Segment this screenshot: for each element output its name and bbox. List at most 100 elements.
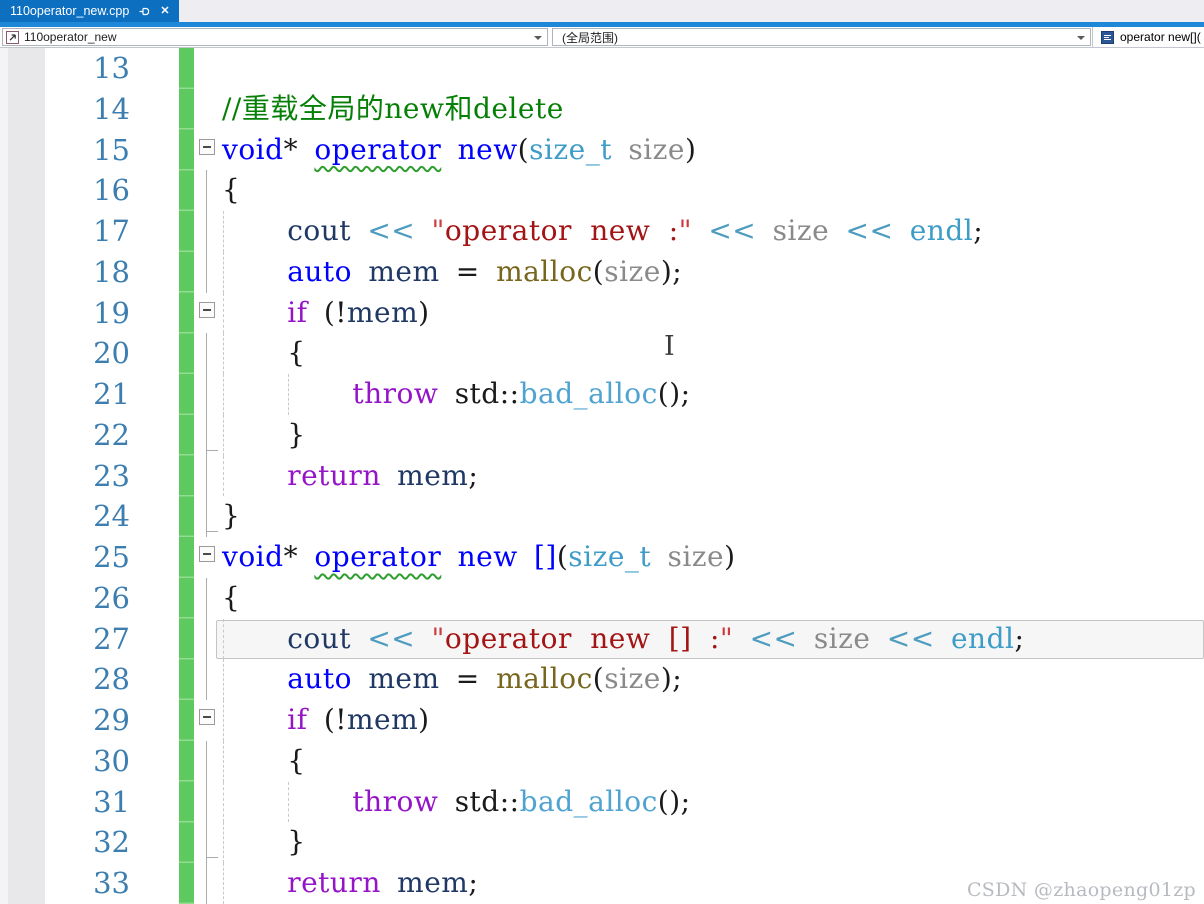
code-text[interactable]: { <box>222 741 306 782</box>
close-icon[interactable]: ✕ <box>160 5 169 17</box>
code-token: } <box>222 499 241 533</box>
code-token: size <box>667 540 725 573</box>
code-line: 28 auto mem = malloc(size); <box>0 659 1204 700</box>
code-token: size_t <box>568 540 652 573</box>
code-token: << <box>845 214 894 247</box>
code-token: size <box>772 214 830 247</box>
code-token: //重载全局的new和delete <box>222 91 564 125</box>
code-token: ) <box>660 662 673 696</box>
code-token: auto <box>287 662 353 696</box>
code-text[interactable]: throw std::bad_alloc(); <box>222 782 691 823</box>
code-token: ( <box>556 540 569 573</box>
code-token: bad_alloc <box>519 784 658 818</box>
code-line: 15 void* operator new(size_t size) <box>0 130 1204 171</box>
line-number: 18 <box>93 254 130 289</box>
line-number: 22 <box>93 417 130 452</box>
code-token: " <box>431 621 445 655</box>
code-line: 18 auto mem = malloc(size); <box>0 251 1204 293</box>
code-text[interactable]: //重载全局的new和delete <box>222 89 564 130</box>
code-text[interactable]: void* operator new(size_t size) <box>222 130 696 171</box>
fold-collapse-button[interactable] <box>199 138 215 155</box>
method-icon <box>1101 30 1114 44</box>
code-text[interactable]: } <box>222 496 240 537</box>
types-dropdown[interactable]: 110operator_new <box>2 28 548 46</box>
code-text[interactable]: return mem; <box>222 863 478 904</box>
code-token: << <box>367 621 416 655</box>
fold-scope-line <box>206 781 207 823</box>
code-token: { <box>287 336 306 370</box>
fold-scope-line <box>206 374 207 415</box>
code-token: if <box>287 295 308 329</box>
code-token: (! <box>323 295 347 329</box>
code-token: ; <box>973 214 984 247</box>
cpp-file-icon <box>6 30 19 44</box>
member-dropdown[interactable]: operator new[]( <box>1092 27 1204 47</box>
code-token: = <box>455 254 480 288</box>
code-token: return <box>287 458 381 492</box>
code-text[interactable]: auto mem = malloc(size); <box>222 659 682 700</box>
scope-dropdown[interactable]: (全局范围) <box>552 28 1091 46</box>
code-token: auto <box>287 254 353 288</box>
code-token: } <box>287 825 306 859</box>
code-text[interactable]: cout << "operator new [] :" << size << endl; <box>222 619 1024 660</box>
editor-window: 110operator_new.cpp ✕ 110operator_new (全… <box>0 0 1204 904</box>
line-number: 26 <box>93 580 130 615</box>
code-token: { <box>222 173 241 207</box>
code-text[interactable]: } <box>222 822 306 863</box>
scope-dropdown-value: (全局范围) <box>562 30 618 45</box>
code-token: throw <box>352 784 439 818</box>
code-token: new <box>457 540 518 573</box>
code-text[interactable]: return mem; <box>222 456 478 497</box>
code-token: ( <box>592 254 605 288</box>
chevron-down-icon[interactable] <box>1077 36 1085 40</box>
tab-110operator_new[interactable]: 110operator_new.cpp ✕ <box>0 0 179 22</box>
code-line: 20 { <box>0 333 1204 374</box>
line-number: 13 <box>93 51 130 85</box>
fold-collapse-button[interactable] <box>199 301 215 318</box>
chevron-down-icon[interactable] <box>534 36 542 40</box>
code-text[interactable]: { <box>222 170 240 211</box>
code-line: 13 <box>0 48 1204 89</box>
code-token: size <box>604 254 661 288</box>
code-token: " <box>431 214 445 247</box>
fold-scope-end <box>206 449 218 451</box>
fold-scope-line <box>206 740 207 782</box>
line-number: 33 <box>93 866 130 900</box>
code-text[interactable]: if (!mem) <box>222 700 430 741</box>
code-text[interactable]: void* operator new [](size_t size) <box>222 537 736 578</box>
code-token: void <box>222 132 284 166</box>
fold-scope-line <box>206 577 207 619</box>
code-text[interactable]: cout << "operator new :" << size << endl; <box>222 211 983 252</box>
code-token: * <box>283 132 299 166</box>
code-line: 19 if (!mem) <box>0 292 1204 334</box>
code-text[interactable]: auto mem = malloc(size); <box>222 252 682 293</box>
code-line: 32} <box>0 822 1204 863</box>
fold-scope-end <box>206 531 218 532</box>
code-token: << <box>367 214 416 247</box>
code-token: << <box>708 214 757 247</box>
code-token: mem <box>347 703 419 736</box>
code-editor[interactable]: 13 14//重载全局的new和delete 15 void* operator new(… <box>0 48 1204 904</box>
code-token: mem <box>397 458 469 492</box>
fold-collapse-button[interactable] <box>199 709 215 725</box>
code-token: " <box>678 214 693 247</box>
code-token: (! <box>323 703 347 736</box>
line-number: 23 <box>93 458 130 493</box>
code-token: ; <box>468 866 479 899</box>
code-text[interactable]: { <box>222 333 306 374</box>
pin-icon[interactable] <box>138 5 151 18</box>
code-token: size_t <box>529 132 613 166</box>
code-token: endl <box>909 214 974 247</box>
code-line: 27 cout << "operator new [] :" << size << endl; <box>0 618 1204 660</box>
code-token: ; <box>672 254 683 288</box>
code-text[interactable]: } <box>222 415 306 456</box>
code-token: ) <box>660 254 673 288</box>
code-text[interactable]: if (!mem) <box>222 293 430 334</box>
code-line: 22} <box>0 414 1204 456</box>
code-text[interactable]: { <box>222 578 240 619</box>
code-token: { <box>222 580 241 614</box>
fold-collapse-button[interactable] <box>199 546 215 562</box>
code-token: ; <box>672 662 683 696</box>
code-text[interactable]: throw std::bad_alloc(); <box>222 374 691 415</box>
code-token: operator new : <box>444 214 679 247</box>
